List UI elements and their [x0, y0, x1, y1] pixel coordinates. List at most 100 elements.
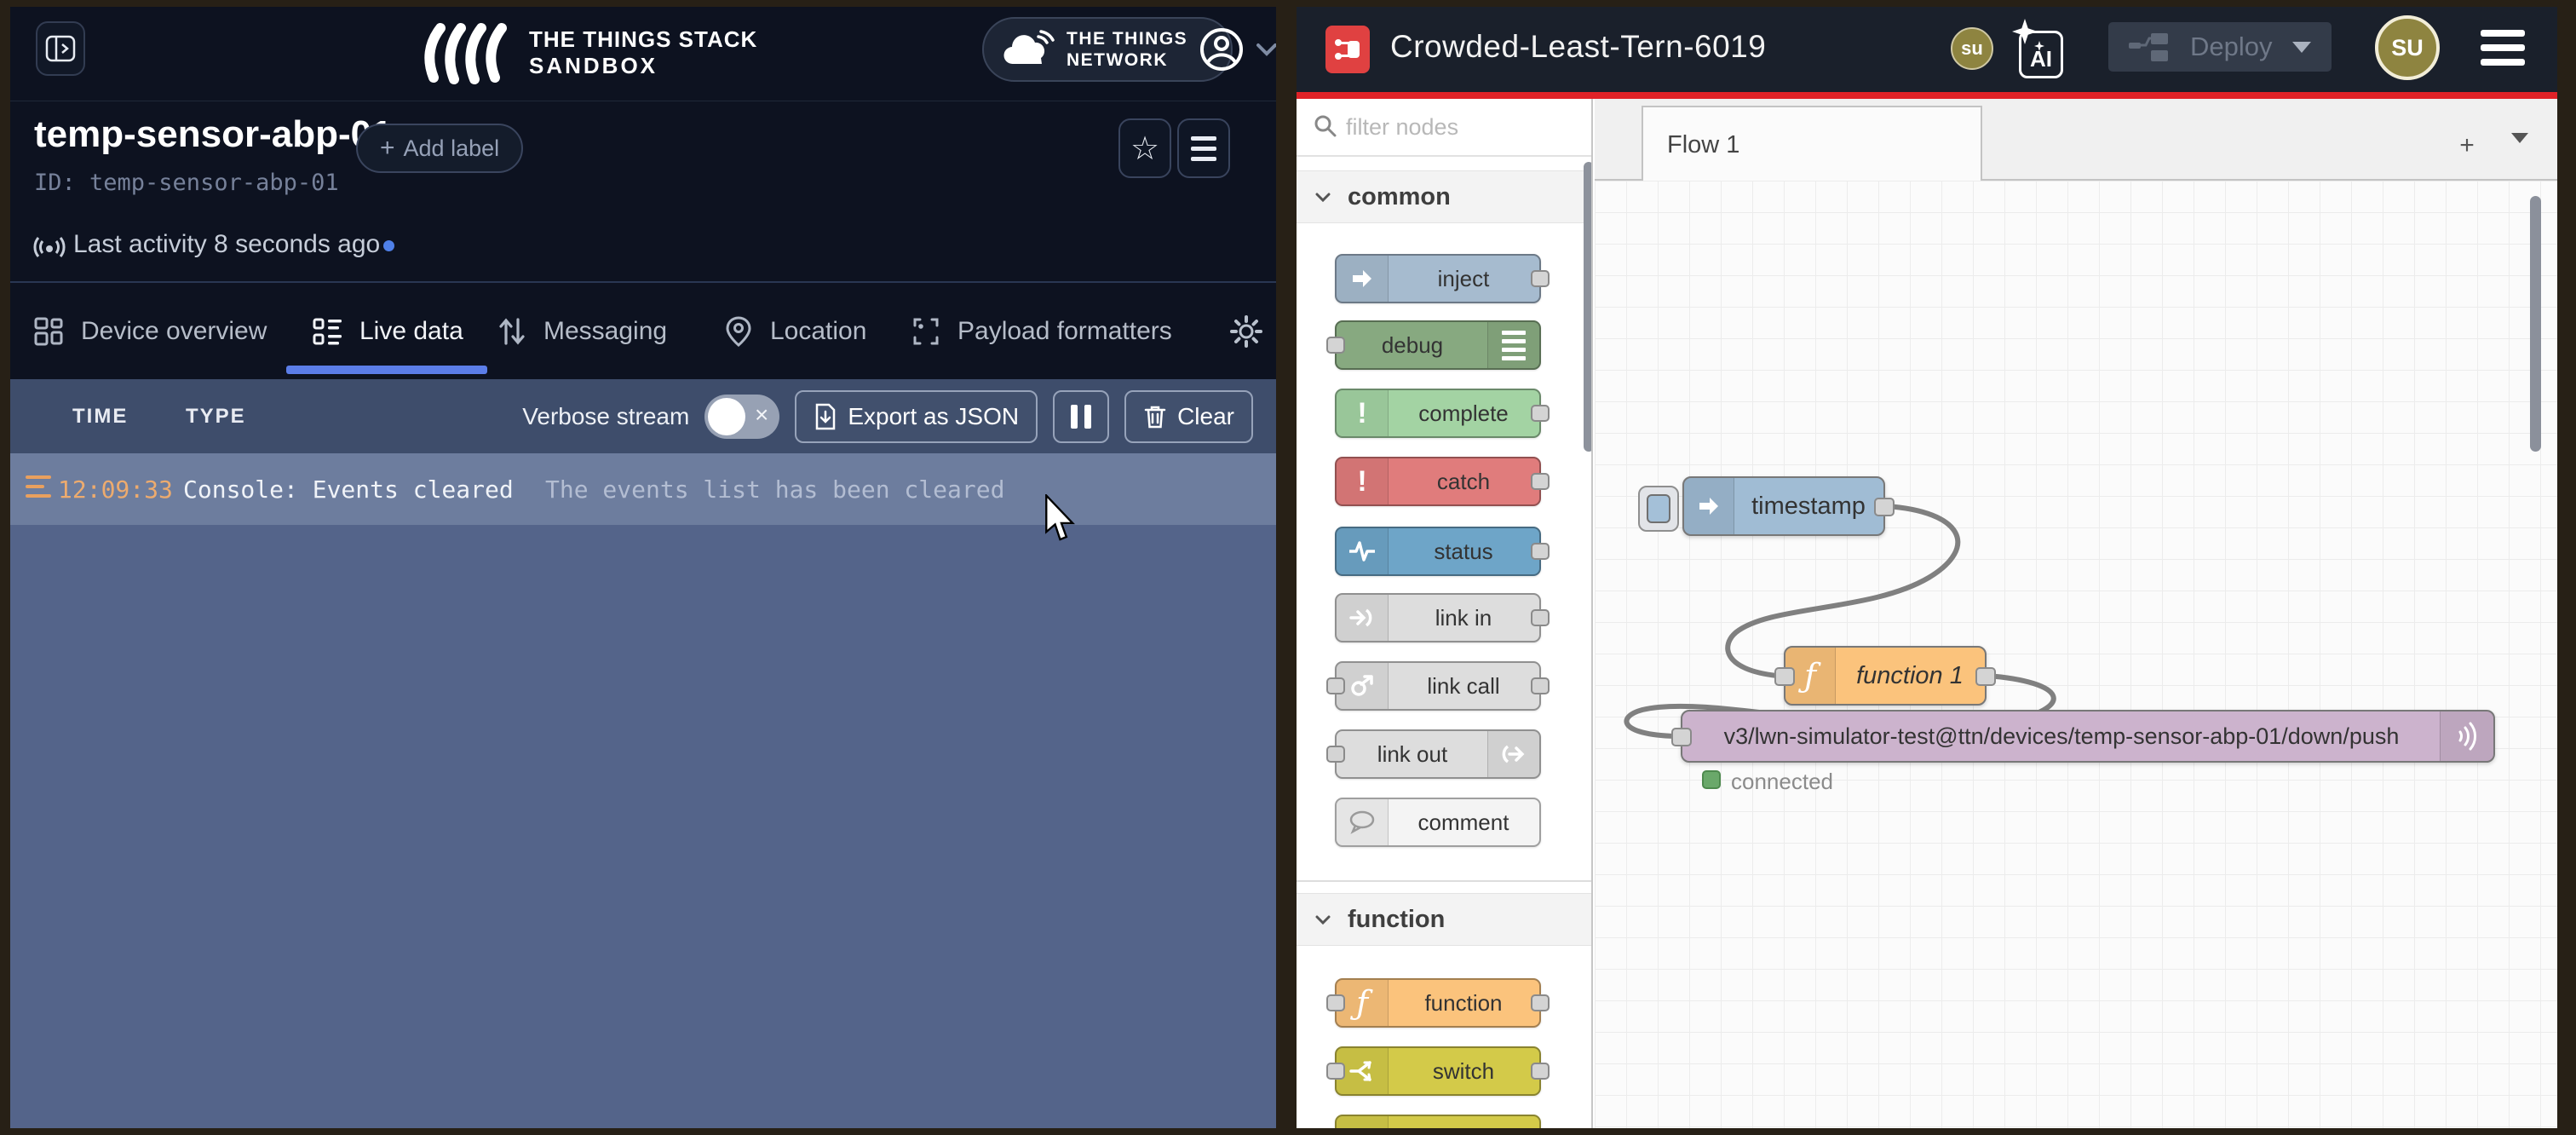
- output-port[interactable]: [1531, 543, 1550, 560]
- live-data-empty-area: [10, 525, 1276, 1128]
- tab-label: Device overview: [81, 317, 267, 346]
- deploy-options-caret-icon[interactable]: [2292, 42, 2311, 53]
- flow-node-timestamp[interactable]: timestamp: [1682, 476, 1885, 536]
- tab-payload-formatters[interactable]: Payload formatters: [910, 283, 1172, 379]
- output-port[interactable]: [1531, 609, 1550, 626]
- inject-button-inner: [1647, 494, 1670, 523]
- node-red-logo-icon: [1325, 26, 1370, 73]
- palette-node-debug[interactable]: debug: [1335, 320, 1541, 370]
- chevron-down-icon: [1315, 193, 1331, 201]
- event-time: 12:09:33: [58, 475, 173, 504]
- sidebar-toggle-button[interactable]: [36, 21, 85, 76]
- palette-section-function[interactable]: function: [1297, 893, 1591, 946]
- input-port[interactable]: [1326, 994, 1345, 1011]
- activity-broadcast-icon: [32, 228, 66, 262]
- ttn-logo-text: THE THINGS STACK SANDBOX: [529, 26, 757, 79]
- pause-stream-button[interactable]: [1053, 390, 1109, 443]
- export-json-label: Export as JSON: [848, 403, 1019, 430]
- input-port[interactable]: [1326, 746, 1345, 763]
- palette-section-common[interactable]: common: [1297, 170, 1591, 223]
- input-port[interactable]: [1326, 1063, 1345, 1080]
- input-port[interactable]: [1671, 728, 1692, 746]
- user-avatar[interactable]: SU: [2375, 15, 2440, 80]
- palette-node-status[interactable]: status: [1335, 527, 1541, 576]
- filter-nodes-input[interactable]: [1344, 106, 1578, 148]
- flow-canvas: Flow 1 timestamp: [1595, 99, 2557, 1128]
- inject-trigger-button[interactable]: [1638, 486, 1679, 532]
- output-port[interactable]: [1531, 994, 1550, 1011]
- chevron-down-icon: [1256, 43, 1276, 56]
- ai-assistant-button[interactable]: AI: [2012, 19, 2068, 80]
- live-data-list-icon: [312, 315, 344, 348]
- bookmark-button[interactable]: [1118, 118, 1171, 178]
- status-pulse-icon: [1337, 528, 1389, 574]
- palette-node-function[interactable]: function: [1335, 978, 1541, 1028]
- output-port[interactable]: [1531, 405, 1550, 422]
- menu-icon: [1191, 136, 1216, 161]
- event-type: Console: Events cleared: [183, 475, 514, 504]
- deploy-nodes-icon: [2129, 32, 2173, 61]
- deploy-label: Deploy: [2190, 32, 2273, 62]
- output-port[interactable]: [1531, 473, 1550, 490]
- add-label-button[interactable]: Add label: [356, 124, 523, 173]
- flow-canvas-area[interactable]: timestamp function 1 v3/lwn-simulator-te…: [1595, 181, 2557, 1128]
- flow-wires: [1595, 181, 2557, 1128]
- device-menu-button[interactable]: [1177, 118, 1230, 178]
- canvas-scrollbar[interactable]: [2530, 196, 2541, 452]
- palette-node-complete[interactable]: complete: [1335, 389, 1541, 438]
- tab-location[interactable]: Location: [722, 283, 866, 379]
- output-port[interactable]: [1874, 498, 1895, 516]
- tab-messaging[interactable]: Messaging: [496, 283, 667, 379]
- tab-settings-gear[interactable]: [1228, 283, 1264, 379]
- palette-node-link-in[interactable]: link in: [1335, 593, 1541, 642]
- device-name: temp-sensor-abp-01: [34, 113, 393, 156]
- export-json-button[interactable]: Export as JSON: [795, 390, 1038, 443]
- flow-list-caret-icon[interactable]: [2511, 133, 2528, 143]
- column-header-type: TYPE: [186, 405, 246, 429]
- palette-node-change[interactable]: change: [1335, 1115, 1541, 1128]
- palette-node-inject[interactable]: inject: [1335, 254, 1541, 303]
- input-port[interactable]: [1326, 677, 1345, 694]
- event-row[interactable]: 12:09:33 Console: Events cleared The eve…: [10, 453, 1276, 525]
- flow-tab[interactable]: Flow 1: [1642, 106, 1982, 182]
- plus-icon: [2459, 117, 2475, 163]
- live-data-toolbar: TIME TYPE Verbose stream Export as JSON: [10, 379, 1276, 453]
- node-red-header: Crowded-Least-Tern-6019 su AI Deploy SU: [1297, 7, 2557, 92]
- palette-node-catch[interactable]: catch: [1335, 457, 1541, 506]
- palette-node-comment[interactable]: comment: [1335, 798, 1541, 847]
- device-id: ID: temp-sensor-abp-01: [34, 170, 339, 196]
- output-port[interactable]: [1531, 1063, 1550, 1080]
- flow-node-mqtt-out[interactable]: v3/lwn-simulator-test@ttn/devices/temp-s…: [1681, 710, 2495, 763]
- output-port[interactable]: [1975, 667, 1996, 686]
- deploy-button[interactable]: Deploy: [2108, 22, 2332, 72]
- clear-label: Clear: [1177, 403, 1234, 430]
- output-port[interactable]: [1531, 677, 1550, 694]
- last-activity-row: Last activity 8 seconds ago: [10, 210, 1276, 283]
- palette-node-link-call[interactable]: link call: [1335, 661, 1541, 711]
- palette-scrollbar[interactable]: [1584, 162, 1593, 452]
- add-label-text: Add label: [404, 135, 500, 162]
- verbose-stream-label: Verbose stream: [522, 403, 689, 430]
- palette-node-switch[interactable]: switch: [1335, 1046, 1541, 1096]
- network-selector[interactable]: THE THINGS NETWORK: [982, 17, 1233, 82]
- clear-events-button[interactable]: Clear: [1124, 390, 1253, 443]
- sidebar-toggle-icon: [45, 35, 76, 62]
- input-port[interactable]: [1774, 667, 1795, 686]
- last-activity-text: Last activity 8 seconds ago: [73, 230, 380, 259]
- ttn-console-window: THE THINGS STACK SANDBOX THE THINGS NETW…: [10, 7, 1276, 1128]
- tab-device-overview[interactable]: Device overview: [33, 283, 267, 379]
- messaging-arrows-icon: [496, 315, 528, 348]
- input-port[interactable]: [1326, 337, 1345, 354]
- su-badge[interactable]: su: [1951, 27, 1993, 70]
- verbose-stream-toggle[interactable]: [704, 395, 779, 439]
- add-flow-button[interactable]: [2443, 114, 2491, 165]
- main-menu-button[interactable]: [2481, 30, 2525, 66]
- trash-icon: [1143, 404, 1167, 429]
- event-description: The events list has been cleared: [545, 475, 1004, 504]
- gear-icon: [1228, 314, 1264, 349]
- palette-node-link-out[interactable]: link out: [1335, 729, 1541, 779]
- deploy-accent-bar: [1297, 92, 2557, 99]
- output-port[interactable]: [1531, 270, 1550, 287]
- flow-node-function-1[interactable]: function 1: [1784, 646, 1987, 706]
- link-in-icon: [1337, 595, 1389, 641]
